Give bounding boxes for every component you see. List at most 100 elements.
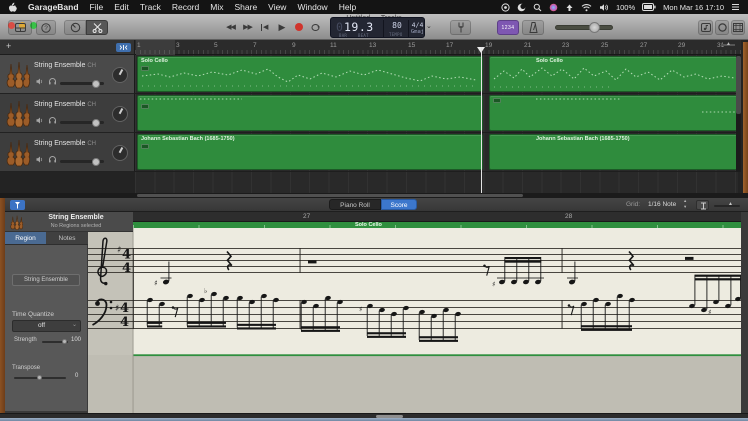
track-pan-knob[interactable] [112,106,128,122]
menu-item-window[interactable]: Window [297,2,327,12]
editor-zoom-thumb[interactable]: ▲ [728,201,733,207]
track-volume-thumb[interactable] [92,119,100,127]
spotlight-search-icon[interactable] [533,3,542,12]
ruler-bar-number: 29 [678,42,685,49]
tuner-button[interactable] [450,20,471,35]
airplay-up-icon[interactable] [565,3,574,12]
quick-help-button[interactable]: ? [36,20,56,35]
count-in-button[interactable]: 1234 [497,20,519,35]
lcd-tempo[interactable]: 80 [387,21,407,30]
ruler-zoom-control[interactable]: ▲ [721,44,735,46]
go-to-beginning-button[interactable]: ◀ [256,19,273,35]
menu-item-record[interactable]: Record [172,2,199,12]
loop-browser-button[interactable] [715,20,729,35]
status-record-icon[interactable] [501,3,510,12]
playhead-line[interactable] [481,47,482,193]
wifi-icon[interactable] [581,3,592,12]
tab-notes[interactable]: Notes [46,232,88,245]
menu-clock[interactable]: Mon Mar 16 17:10 [663,3,724,12]
smart-controls-button[interactable] [64,20,86,35]
rewind-button[interactable]: ◀◀ [222,19,239,35]
track-name[interactable]: String Ensemble [34,140,85,147]
region-track2-a[interactable] [137,95,483,131]
tracks-vscroll-thumb[interactable] [736,56,741,114]
metronome-button[interactable] [522,20,544,35]
play-button[interactable]: ▶ [273,19,290,35]
track-header-2[interactable]: String Ensemble CH [0,94,135,133]
add-track-button[interactable]: + [6,41,11,51]
tab-score[interactable]: Score [381,199,417,210]
volume-icon[interactable] [599,3,609,12]
menu-item-share[interactable]: Share [234,2,257,12]
track-header-3[interactable]: String Ensemble CH [0,133,135,172]
grid-value-dropdown[interactable]: 1/16 Note [648,201,676,208]
solo-headphones-icon[interactable] [48,116,57,124]
mute-icon[interactable] [36,78,44,85]
cycle-button[interactable] [307,19,324,35]
lcd-key[interactable]: Gmaj [410,29,425,35]
time-handles-button[interactable] [696,200,709,210]
track-name[interactable]: String Ensemble [34,101,85,108]
lcd-display[interactable]: 0 19.3 BAR BEAT 80 TEMPO 4/4 Gmaj [330,17,425,38]
record-button[interactable] [290,19,307,35]
track-volume-thumb[interactable] [92,80,100,88]
menu-item-mix[interactable]: Mix [210,2,223,12]
track-pan-knob[interactable] [112,145,128,161]
tracks-vertical-scrollbar[interactable] [736,55,741,172]
media-browser-button[interactable] [731,20,745,35]
library-toggle-button[interactable] [8,20,32,35]
master-volume-thumb[interactable] [589,22,600,33]
track-pan-knob[interactable] [112,67,128,83]
note-display-button[interactable] [698,20,713,35]
solo-headphones-icon[interactable] [48,77,57,85]
transpose-slider[interactable] [14,377,66,379]
track-volume-slider[interactable] [60,82,104,85]
grid-stepper[interactable]: ▴▾ [684,198,686,210]
track-header-options-button[interactable] [116,43,131,52]
track-name[interactable]: String Ensemble [34,62,85,69]
time-quantize-dropdown[interactable]: off ⌄ [12,320,81,332]
lcd-chevron-icon[interactable]: ⌄ [426,22,432,30]
transpose-thumb[interactable] [37,375,42,380]
garageband-screen: GarageBand File Edit Track Record Mix Sh… [0,0,748,421]
editor-ruler[interactable]: 27 28 [133,212,741,222]
timeline-ruler[interactable]: 1 3 5 7 9 11 13 15 17 19 21 23 25 27 29 … [135,40,741,55]
menu-item-edit[interactable]: Edit [114,2,129,12]
region-track3-a[interactable]: Johann Sebastian Bach (1685-1750) [137,134,483,170]
score-notation[interactable]: ♯ ♯ 4 4 4 4 ♯ ♯ [88,228,741,413]
tab-region[interactable]: Region [5,232,46,245]
editors-button[interactable] [86,20,108,35]
notification-list-icon[interactable] [731,3,740,11]
master-volume-slider[interactable] [555,25,613,30]
apple-menu-icon[interactable] [8,2,17,12]
time-sig-bottom: 4 [122,261,131,276]
tracks-hscroll-thumb[interactable] [137,194,523,197]
lcd-time-sig[interactable]: 4/4 [410,21,425,29]
mute-icon[interactable] [36,156,44,163]
menu-item-file[interactable]: File [90,2,104,12]
menu-item-track[interactable]: Track [140,2,161,12]
menu-item-view[interactable]: View [268,2,286,12]
menu-item-garageband[interactable]: GarageBand [28,2,79,12]
track-header-1[interactable]: String Ensemble CH [0,55,135,94]
solo-headphones-icon[interactable] [48,155,57,163]
region-track1-b[interactable]: Solo Cello [489,56,738,92]
status-moon-icon[interactable] [517,3,526,12]
tab-piano-roll[interactable]: Piano Roll [329,199,381,210]
catch-playhead-button[interactable] [10,200,25,210]
region-track3-b[interactable]: Johann Sebastian Bach (1685-1750) [489,134,738,170]
track-volume-slider[interactable] [60,160,104,163]
track-volume-slider[interactable] [60,121,104,124]
mute-icon[interactable] [36,117,44,124]
svg-text:♭: ♭ [204,287,207,295]
fast-forward-button[interactable]: ▶▶ [239,19,256,35]
strength-slider[interactable] [42,341,68,343]
strength-thumb[interactable] [62,339,67,344]
region-track1-a[interactable]: Solo Cello [137,56,483,92]
editor-zoom-slider[interactable]: ▲ [714,205,740,207]
region-name-button[interactable]: String Ensemble [12,274,80,286]
region-track2-b[interactable] [489,95,738,131]
track-volume-thumb[interactable] [92,158,100,166]
menu-item-help[interactable]: Help [339,2,356,12]
siri-icon[interactable] [549,3,558,12]
